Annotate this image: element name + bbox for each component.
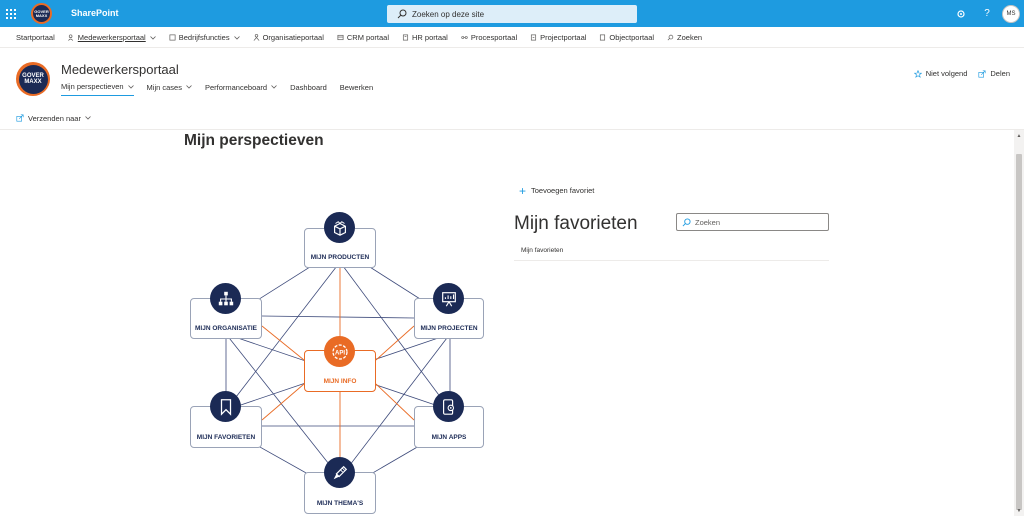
add-favorite-button[interactable]: + Toevoegen favoriet — [519, 183, 595, 198]
phone-gear-icon — [433, 391, 464, 422]
bookmark-icon — [210, 391, 241, 422]
node-label: MIJN THEMA'S — [316, 500, 364, 507]
node-label: MIJN FAVORIETEN — [196, 434, 256, 441]
search-icon — [682, 217, 691, 226]
node-label: MIJN PROJECTEN — [420, 325, 478, 332]
api-gear-icon: API — [324, 336, 355, 367]
diagram-connections — [225, 247, 451, 493]
add-favorite-label: Toevoegen favoriet — [531, 186, 595, 195]
favorites-search-placeholder: Zoeken — [695, 217, 721, 227]
favorites-title: Mijn favorieten — [514, 213, 638, 234]
node-label: MIJN INFO — [323, 378, 357, 385]
paintbrush-icon — [324, 457, 355, 488]
perspectives-diagram: MIJN PRODUCTEN MIJN ORGANISATIE MIJN PRO… — [0, 0, 1024, 516]
favorites-search-input[interactable]: Zoeken — [676, 213, 829, 231]
scrollbar-thumb[interactable] — [1016, 154, 1022, 510]
api-icon-text: API — [334, 350, 344, 356]
node-label: MIJN ORGANISATIE — [195, 325, 257, 332]
box-icon — [324, 212, 355, 243]
favorites-column-header[interactable]: Mijn favorieten — [514, 244, 829, 261]
plus-icon: + — [519, 183, 527, 198]
scroll-up-icon[interactable]: ▲ — [1016, 133, 1022, 139]
page-scrollbar[interactable]: ▲ ▼ — [1014, 130, 1024, 516]
scroll-down-icon[interactable]: ▼ — [1016, 508, 1022, 514]
node-label: MIJN APPS — [431, 434, 467, 441]
presentation-icon — [433, 283, 464, 314]
org-chart-icon — [210, 283, 241, 314]
node-label: MIJN PRODUCTEN — [310, 254, 370, 261]
